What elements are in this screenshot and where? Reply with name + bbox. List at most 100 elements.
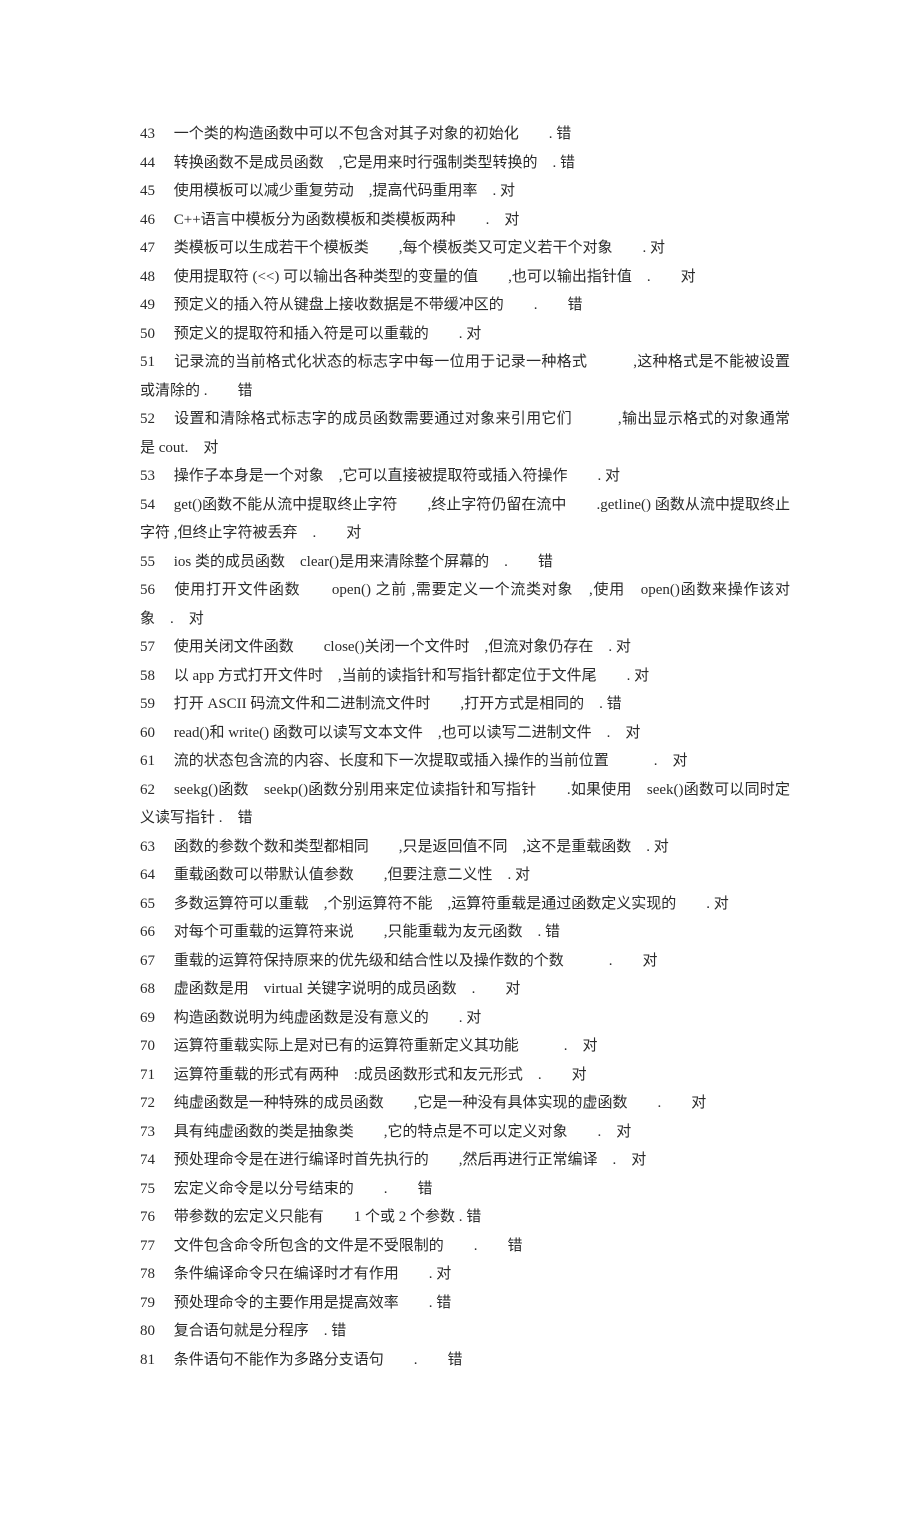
question-item: 53 操作子本身是一个对象 ,它可以直接被提取符或插入符操作 . 对	[140, 462, 790, 491]
question-number: 74	[140, 1146, 170, 1175]
question-number: 51	[140, 348, 170, 377]
question-item: 80 复合语句就是分程序 . 错	[140, 1317, 790, 1346]
question-number: 43	[140, 120, 170, 149]
question-number: 45	[140, 177, 170, 206]
question-number: 54	[140, 491, 170, 520]
question-item: 50 预定义的提取符和插入符是可以重载的 . 对	[140, 320, 790, 349]
question-number: 71	[140, 1061, 170, 1090]
question-number: 52	[140, 405, 170, 434]
question-item: 67 重载的运算符保持原来的优先级和结合性以及操作数的个数 . 对	[140, 947, 790, 976]
question-number: 70	[140, 1032, 170, 1061]
question-item: 77 文件包含命令所包含的文件是不受限制的 . 错	[140, 1232, 790, 1261]
question-item: 71 运算符重载的形式有两种 :成员函数形式和友元形式 . 对	[140, 1061, 790, 1090]
question-number: 47	[140, 234, 170, 263]
question-text: 运算符重载实际上是对已有的运算符重新定义其功能 . 对	[174, 1038, 598, 1054]
question-number: 49	[140, 291, 170, 320]
question-number: 77	[140, 1232, 170, 1261]
question-number: 64	[140, 861, 170, 890]
question-item: 65 多数运算符可以重载 ,个别运算符不能 ,运算符重载是通过函数定义实现的 .…	[140, 890, 790, 919]
question-number: 76	[140, 1203, 170, 1232]
question-text: 对每个可重载的运算符来说 ,只能重载为友元函数 . 错	[174, 924, 560, 940]
question-item: 48 使用提取符 (<<) 可以输出各种类型的变量的值 ,也可以输出指针值 . …	[140, 263, 790, 292]
question-item: 58 以 app 方式打开文件时 ,当前的读指针和写指针都定位于文件尾 . 对	[140, 662, 790, 691]
question-item: 54 get()函数不能从流中提取终止字符 ,终止字符仍留在流中 .getlin…	[140, 491, 790, 548]
question-text: 文件包含命令所包含的文件是不受限制的 . 错	[174, 1238, 523, 1254]
question-text: 预定义的插入符从键盘上接收数据是不带缓冲区的 . 错	[174, 297, 583, 313]
question-item: 55 ios 类的成员函数 clear()是用来清除整个屏幕的 . 错	[140, 548, 790, 577]
question-item: 74 预处理命令是在进行编译时首先执行的 ,然后再进行正常编译 . 对	[140, 1146, 790, 1175]
question-item: 49 预定义的插入符从键盘上接收数据是不带缓冲区的 . 错	[140, 291, 790, 320]
question-number: 78	[140, 1260, 170, 1289]
question-text: C++语言中模板分为函数模板和类模板两种 . 对	[174, 212, 520, 228]
question-item: 51 记录流的当前格式化状态的标志字中每一位用于记录一种格式 ,这种格式是不能被…	[140, 348, 790, 405]
question-item: 43 一个类的构造函数中可以不包含对其子对象的初始化 . 错	[140, 120, 790, 149]
question-number: 72	[140, 1089, 170, 1118]
question-text: 转换函数不是成员函数 ,它是用来时行强制类型转换的 . 错	[174, 155, 575, 171]
question-number: 73	[140, 1118, 170, 1147]
question-item: 57 使用关闭文件函数 close()关闭一个文件时 ,但流对象仍存在 . 对	[140, 633, 790, 662]
question-text: 打开 ASCII 码流文件和二进制流文件时 ,打开方式是相同的 . 错	[174, 696, 622, 712]
question-number: 66	[140, 918, 170, 947]
question-number: 81	[140, 1346, 170, 1375]
question-item: 68 虚函数是用 virtual 关键字说明的成员函数 . 对	[140, 975, 790, 1004]
question-text: 复合语句就是分程序 . 错	[174, 1323, 347, 1339]
question-text: 运算符重载的形式有两种 :成员函数形式和友元形式 . 对	[174, 1067, 587, 1083]
question-text: 重载的运算符保持原来的优先级和结合性以及操作数的个数 . 对	[174, 953, 658, 969]
question-item: 61 流的状态包含流的内容、长度和下一次提取或插入操作的当前位置 . 对	[140, 747, 790, 776]
question-text: get()函数不能从流中提取终止字符 ,终止字符仍留在流中 .getline()…	[140, 497, 790, 542]
question-number: 53	[140, 462, 170, 491]
question-text: 具有纯虚函数的类是抽象类 ,它的特点是不可以定义对象 . 对	[174, 1124, 632, 1140]
question-item: 70 运算符重载实际上是对已有的运算符重新定义其功能 . 对	[140, 1032, 790, 1061]
question-item: 47 类模板可以生成若干个模板类 ,每个模板类又可定义若干个对象 . 对	[140, 234, 790, 263]
question-text: 带参数的宏定义只能有 1 个或 2 个参数 . 错	[174, 1209, 482, 1225]
question-text: 一个类的构造函数中可以不包含对其子对象的初始化 . 错	[174, 126, 572, 142]
question-number: 80	[140, 1317, 170, 1346]
question-text: 预处理命令是在进行编译时首先执行的 ,然后再进行正常编译 . 对	[174, 1152, 647, 1168]
question-number: 63	[140, 833, 170, 862]
question-item: 62 seekg()函数 seekp()函数分别用来定位读指针和写指针 .如果使…	[140, 776, 790, 833]
question-item: 81 条件语句不能作为多路分支语句 . 错	[140, 1346, 790, 1375]
question-text: 构造函数说明为纯虚函数是没有意义的 . 对	[174, 1010, 482, 1026]
question-text: 宏定义命令是以分号结束的 . 错	[174, 1181, 433, 1197]
question-text: 流的状态包含流的内容、长度和下一次提取或插入操作的当前位置 . 对	[174, 753, 688, 769]
question-number: 48	[140, 263, 170, 292]
question-number: 69	[140, 1004, 170, 1033]
question-item: 66 对每个可重载的运算符来说 ,只能重载为友元函数 . 错	[140, 918, 790, 947]
question-number: 57	[140, 633, 170, 662]
question-text: 类模板可以生成若干个模板类 ,每个模板类又可定义若干个对象 . 对	[174, 240, 665, 256]
question-text: 操作子本身是一个对象 ,它可以直接被提取符或插入符操作 . 对	[174, 468, 620, 484]
question-text: 使用关闭文件函数 close()关闭一个文件时 ,但流对象仍存在 . 对	[174, 639, 631, 655]
question-text: 预定义的提取符和插入符是可以重载的 . 对	[174, 326, 482, 342]
question-text: read()和 write() 函数可以读写文本文件 ,也可以读写二进制文件 .…	[174, 725, 641, 741]
question-item: 76 带参数的宏定义只能有 1 个或 2 个参数 . 错	[140, 1203, 790, 1232]
question-item: 63 函数的参数个数和类型都相同 ,只是返回值不同 ,这不是重载函数 . 对	[140, 833, 790, 862]
question-number: 68	[140, 975, 170, 1004]
question-item: 45 使用模板可以减少重复劳动 ,提高代码重用率 . 对	[140, 177, 790, 206]
question-number: 46	[140, 206, 170, 235]
question-item: 52 设置和清除格式标志字的成员函数需要通过对象来引用它们 ,输出显示格式的对象…	[140, 405, 790, 462]
document-page: 43 一个类的构造函数中可以不包含对其子对象的初始化 . 错44 转换函数不是成…	[0, 0, 920, 1524]
question-number: 61	[140, 747, 170, 776]
question-text: 条件语句不能作为多路分支语句 . 错	[174, 1352, 463, 1368]
question-text: 多数运算符可以重载 ,个别运算符不能 ,运算符重载是通过函数定义实现的 . 对	[174, 896, 729, 912]
question-number: 44	[140, 149, 170, 178]
question-text: 以 app 方式打开文件时 ,当前的读指针和写指针都定位于文件尾 . 对	[174, 668, 649, 684]
question-item: 59 打开 ASCII 码流文件和二进制流文件时 ,打开方式是相同的 . 错	[140, 690, 790, 719]
question-item: 75 宏定义命令是以分号结束的 . 错	[140, 1175, 790, 1204]
question-text: 使用提取符 (<<) 可以输出各种类型的变量的值 ,也可以输出指针值 . 对	[174, 269, 696, 285]
question-number: 60	[140, 719, 170, 748]
question-number: 62	[140, 776, 170, 805]
question-number: 58	[140, 662, 170, 691]
question-item: 44 转换函数不是成员函数 ,它是用来时行强制类型转换的 . 错	[140, 149, 790, 178]
question-item: 46 C++语言中模板分为函数模板和类模板两种 . 对	[140, 206, 790, 235]
question-number: 59	[140, 690, 170, 719]
question-text: 纯虚函数是一种特殊的成员函数 ,它是一种没有具体实现的虚函数 . 对	[174, 1095, 707, 1111]
question-item: 78 条件编译命令只在编译时才有作用 . 对	[140, 1260, 790, 1289]
question-item: 56 使用打开文件函数 open() 之前 ,需要定义一个流类对象 ,使用 op…	[140, 576, 790, 633]
question-text: seekg()函数 seekp()函数分别用来定位读指针和写指针 .如果使用 s…	[140, 782, 790, 827]
question-text: 虚函数是用 virtual 关键字说明的成员函数 . 对	[174, 981, 521, 997]
question-item: 72 纯虚函数是一种特殊的成员函数 ,它是一种没有具体实现的虚函数 . 对	[140, 1089, 790, 1118]
question-text: ios 类的成员函数 clear()是用来清除整个屏幕的 . 错	[174, 554, 553, 570]
question-text: 条件编译命令只在编译时才有作用 . 对	[174, 1266, 452, 1282]
question-text: 重载函数可以带默认值参数 ,但要注意二义性 . 对	[174, 867, 530, 883]
